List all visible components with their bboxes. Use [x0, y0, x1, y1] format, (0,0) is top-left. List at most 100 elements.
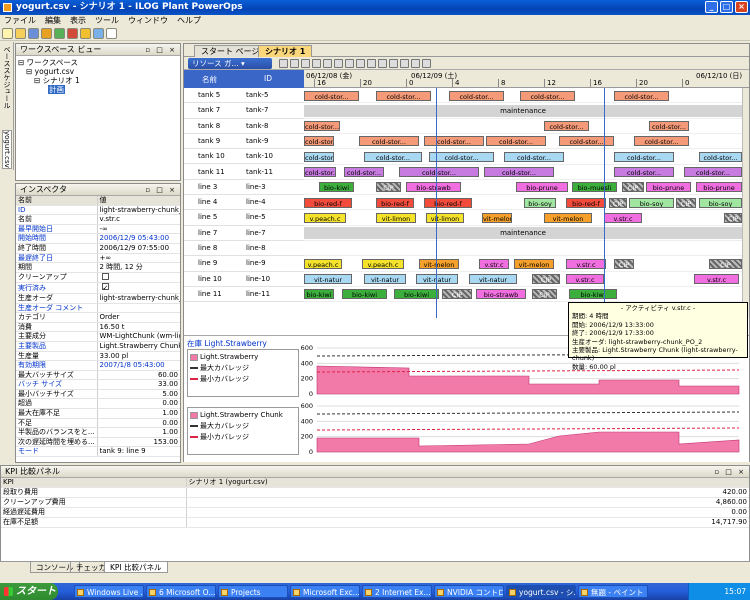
resource-row[interactable]: tank 7 tank-7 [184, 103, 304, 119]
run-icon[interactable] [41, 28, 52, 39]
resource-row[interactable]: tank 9 tank-9 [184, 134, 304, 150]
inspector-row[interactable]: IDlight-strawberry-chunk_lig... [16, 205, 180, 216]
property-value[interactable]: tank 9: line 9 [97, 446, 180, 458]
zoom-in-icon[interactable] [301, 59, 310, 68]
activity-bar[interactable]: v.str.c [479, 258, 509, 269]
activity-bar[interactable]: cold-stor... [486, 136, 546, 147]
column-header-id[interactable]: ID [264, 74, 272, 83]
inspector-row[interactable]: 名前 v.str.c [16, 214, 180, 225]
activity-bar[interactable]: bio-red-f [304, 197, 352, 208]
activity-bar[interactable]: bio-kiwi [304, 289, 334, 300]
inspector-row[interactable]: 不足 0.00 [16, 418, 180, 429]
property-value[interactable] [97, 303, 180, 314]
activity-bar[interactable]: bio-kiwi [342, 289, 387, 300]
activity-bar[interactable]: cold-stor... [364, 151, 422, 162]
activity-bar[interactable]: bio-strawb [406, 182, 461, 193]
activity-bar[interactable]: cold-stor... [429, 151, 494, 162]
property-value[interactable]: light-strawberry-chunk_P... [97, 293, 180, 304]
vertical-scrollbar[interactable] [742, 88, 749, 318]
inspector-row[interactable]: 主要製品Light.Strawberry Chunk (li... [16, 341, 180, 352]
activity-bar[interactable]: v.peach.c [304, 258, 342, 269]
resource-row[interactable]: line 5 line-5 [184, 210, 304, 226]
menu-view[interactable]: 表示 [70, 15, 86, 27]
inspector-row[interactable]: 次の遅延時間を埋める... 153.00 [16, 437, 180, 448]
tab-yogurt-file[interactable]: yogurt.csv [2, 130, 12, 169]
activity-bar[interactable]: v.str.c [566, 258, 606, 269]
activity-bar[interactable]: CIP [532, 289, 557, 300]
property-value[interactable]: WM-LightChunk (wm-light-... [97, 331, 180, 342]
tab-kpi-compare[interactable]: KPI 比較パネル [104, 562, 168, 573]
inspector-row[interactable]: 主要成分WM-LightChunk (wm-light-... [16, 331, 180, 342]
property-value[interactable]: 1.00 [97, 408, 180, 419]
activity-bar[interactable]: CIP [614, 258, 634, 269]
inspector-row[interactable]: 消費 16.50 t [16, 322, 180, 333]
pane-buttons[interactable]: ▫ □ × [145, 44, 177, 56]
new-icon[interactable] [2, 28, 13, 39]
menu-tools[interactable]: ツール [95, 15, 119, 27]
property-value[interactable]: 2007/1/8 05:43:00 [97, 360, 180, 371]
activity-bar[interactable]: vit-natur [364, 274, 406, 285]
tree-item-workspace[interactable]: ⊟ ワークスペース [18, 58, 178, 67]
resource-row[interactable]: line 7 line-7 [184, 226, 304, 241]
activity-bar[interactable]: bio-kiwi [569, 289, 617, 300]
inspector-row[interactable]: 開始時間 2006/12/9 05:43:00 [16, 233, 180, 244]
activity-bar[interactable]: cold-stor... [484, 167, 554, 177]
taskbar-task[interactable]: 無題 - ペイント [578, 585, 648, 598]
activity-bar[interactable]: cold-stor... [699, 151, 742, 162]
help-icon[interactable] [106, 28, 117, 39]
settings-icon[interactable] [93, 28, 104, 39]
activity-bar[interactable]: vit-natur [304, 274, 352, 285]
activity-bar[interactable]: bio-red-f [566, 197, 606, 208]
activity-bar[interactable]: bio-muesli [572, 182, 617, 193]
activity-bar[interactable]: bio-red-f [376, 197, 414, 208]
activity-bar[interactable]: cold-stor... [634, 136, 689, 147]
minimize-icon[interactable]: _ [705, 1, 718, 13]
inspector-row[interactable]: 最小バッチサイズ 5.00 [16, 389, 180, 400]
tree-item-plan[interactable]: 計画 [18, 85, 178, 94]
start-button[interactable]: スタート [0, 583, 58, 600]
inspector-row[interactable]: モード tank 9: line 9 [16, 446, 180, 458]
resource-row[interactable]: line 10 line-10 [184, 272, 304, 287]
property-value[interactable]: 60.00 [97, 370, 180, 381]
inspector-row[interactable]: 生産量 33.00 pl [16, 351, 180, 362]
resource-row[interactable]: line 9 line-9 [184, 256, 304, 272]
activity-bar[interactable]: v.peach.c [362, 258, 404, 269]
inspector-row[interactable]: 最遅終了日 +∞ [16, 253, 180, 264]
split-icon[interactable] [422, 59, 431, 68]
resource-row[interactable]: line 3 line-3 [184, 180, 304, 196]
resource-row[interactable]: tank 10 tank-10 [184, 149, 304, 165]
resource-row[interactable]: line 8 line-8 [184, 241, 304, 257]
activity-bar[interactable]: cold-stor... [344, 167, 384, 177]
resource-row[interactable]: tank 5 tank-5 [184, 88, 304, 104]
activity-bar[interactable]: bio-red-f [424, 197, 472, 208]
activity-bar[interactable]: v.str.c [604, 212, 642, 223]
open-icon[interactable] [15, 28, 26, 39]
zoom-out-icon[interactable] [312, 59, 321, 68]
inspector-row[interactable]: カテゴリ Order [16, 312, 180, 323]
maximize-icon[interactable]: □ [720, 1, 733, 13]
activity-bar[interactable]: vit-melon [514, 258, 554, 269]
tab-scenario-1[interactable]: シナリオ 1 [258, 45, 313, 57]
activity-bar[interactable]: cold-stor... [304, 167, 336, 177]
activity-bar[interactable]: cold-stor... [504, 151, 564, 162]
activity-bar[interactable]: cold-stor... [544, 121, 589, 132]
activity-bar[interactable]: CIP [676, 197, 696, 208]
menu-edit[interactable]: 編集 [45, 15, 61, 27]
property-value[interactable]: 1.00 [97, 427, 180, 438]
property-value[interactable] [97, 272, 180, 284]
property-value[interactable]: 16.50 t [97, 322, 180, 333]
optimize-icon[interactable] [80, 28, 91, 39]
activity-bar[interactable]: CIP [376, 182, 401, 193]
inspector-row[interactable]: 実行済み ✓ [16, 282, 180, 294]
tab-base-schedule[interactable]: ベーススケジュール [2, 46, 12, 109]
tree-item-yogurt[interactable]: ⊟ yogurt.csv [18, 67, 178, 76]
property-value[interactable]: 2 時間, 12 分 [97, 262, 180, 273]
activity-bar[interactable]: cold-stor... [376, 90, 431, 101]
property-value[interactable]: 2006/12/9 07:55:00 [97, 243, 180, 254]
resource-gantt-button[interactable]: リソース ガ... ▾ [188, 58, 272, 69]
inspector-row[interactable]: 期間 2 時間, 12 分 [16, 262, 180, 273]
schedule-icon[interactable] [54, 28, 65, 39]
activity-bar[interactable]: v.str.c [694, 274, 739, 285]
activity-bar[interactable]: vit-limon [426, 212, 464, 223]
property-value[interactable]: 0.00 [97, 418, 180, 429]
